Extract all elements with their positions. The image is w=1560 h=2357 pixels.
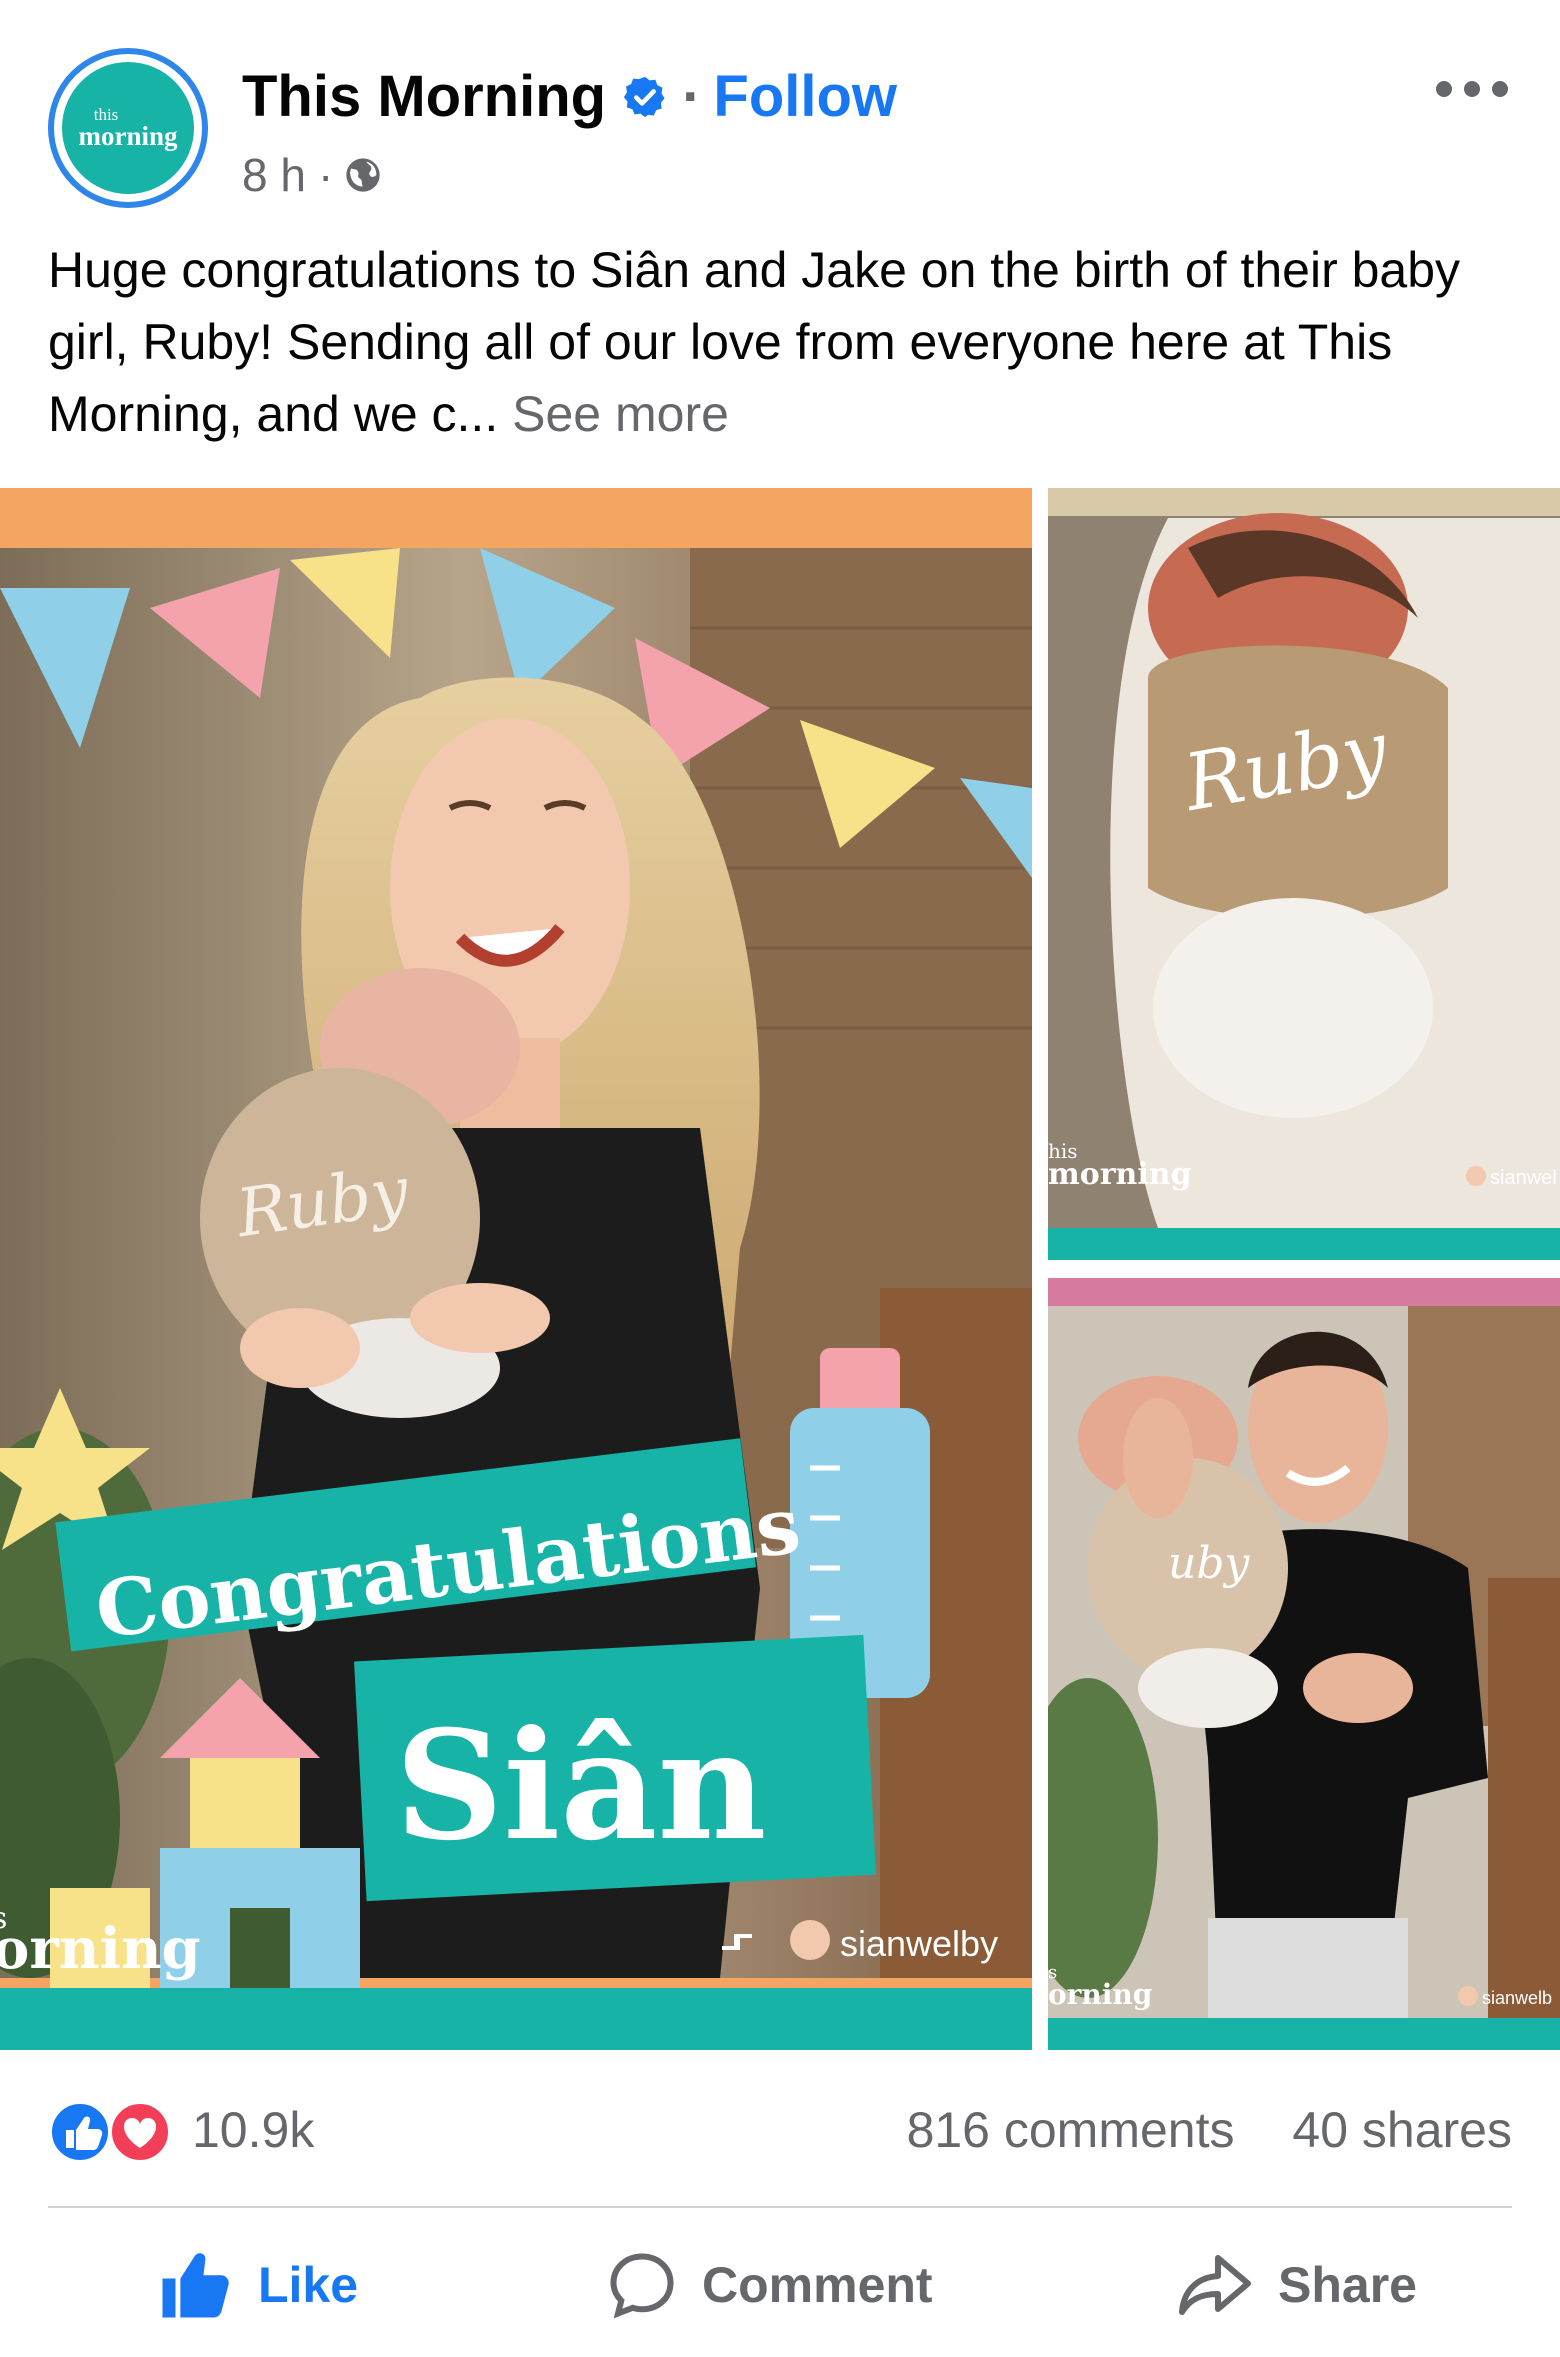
- main-watermark: orning: [0, 1916, 201, 1982]
- share-arrow-icon: [1179, 2255, 1251, 2315]
- action-bar: Like Comment Share: [0, 2230, 1560, 2340]
- follow-button[interactable]: Follow: [713, 62, 897, 132]
- photo-baby-ruby[interactable]: Ruby his morning sianwel: [1048, 488, 1560, 1260]
- post-time[interactable]: 8 h: [242, 148, 306, 202]
- dad-photo-graphic: uby s orning sianwelb: [1048, 1278, 1560, 2050]
- photo-main-sian[interactable]: Ruby Congratulations Siân s: [0, 488, 1032, 2050]
- dad-watermark: orning: [1048, 1978, 1152, 2011]
- baby-credit: sianwel: [1490, 1167, 1557, 1189]
- reactions-count[interactable]: 10.9k: [192, 2098, 314, 2162]
- baby-photo-graphic: Ruby his morning sianwel: [1048, 488, 1560, 1260]
- dad-sweater-text: uby: [1168, 1538, 1251, 1589]
- separator-dot: ·: [682, 64, 702, 129]
- comments-count[interactable]: 816 comments: [907, 2102, 1235, 2158]
- globe-icon: [346, 158, 380, 192]
- like-button[interactable]: Like: [156, 2230, 358, 2340]
- like-reaction-icon: [48, 2100, 112, 2164]
- banner-sian: Siân: [395, 1698, 767, 1874]
- thumbs-up-icon: [162, 2253, 229, 2318]
- page-name-row: This Morning · Follow: [242, 62, 897, 132]
- more-options-icon[interactable]: [1436, 74, 1508, 104]
- baby-watermark: morning: [1048, 1157, 1192, 1192]
- main-credit: sianwelby: [840, 1923, 998, 1964]
- logo-text-big: morning: [78, 121, 178, 151]
- post-meta: 8 h ·: [242, 148, 383, 202]
- shares-count[interactable]: 40 shares: [1292, 2102, 1512, 2158]
- meta-separator: ·: [317, 149, 334, 201]
- post-caption: Huge congratulations to Siân and Jake on…: [48, 234, 1518, 450]
- like-label: Like: [258, 2257, 359, 2313]
- main-photo-graphic: Ruby Congratulations Siân s: [0, 488, 1032, 2050]
- credit-avatar: [790, 1920, 830, 1960]
- page-name-link[interactable]: This Morning: [242, 62, 606, 132]
- engagement-bar: 10.9k 816 comments 40 shares: [48, 2092, 1512, 2172]
- post-header: this morning This Morning · Follow 8 h ·: [0, 0, 1560, 220]
- comment-button[interactable]: Comment: [606, 2230, 933, 2340]
- dad-credit: sianwelb: [1482, 1988, 1552, 2008]
- this-morning-logo: this morning: [62, 62, 194, 194]
- divider: [48, 2206, 1512, 2208]
- verified-badge-icon: [623, 76, 665, 118]
- comment-label: Comment: [702, 2257, 933, 2313]
- love-reaction-icon: [108, 2100, 172, 2164]
- page-avatar[interactable]: this morning: [48, 48, 208, 208]
- comment-share-stats: 816 comments 40 shares: [863, 2098, 1512, 2162]
- reaction-icons[interactable]: [48, 2100, 178, 2164]
- see-more-link[interactable]: See more: [512, 386, 729, 442]
- comment-bubble-icon: [610, 2253, 674, 2319]
- photo-jake-baby[interactable]: uby s orning sianwelb: [1048, 1278, 1560, 2050]
- caption-text: Huge congratulations to Siân and Jake on…: [48, 242, 1461, 442]
- share-button[interactable]: Share: [1176, 2230, 1417, 2340]
- share-label: Share: [1278, 2257, 1417, 2313]
